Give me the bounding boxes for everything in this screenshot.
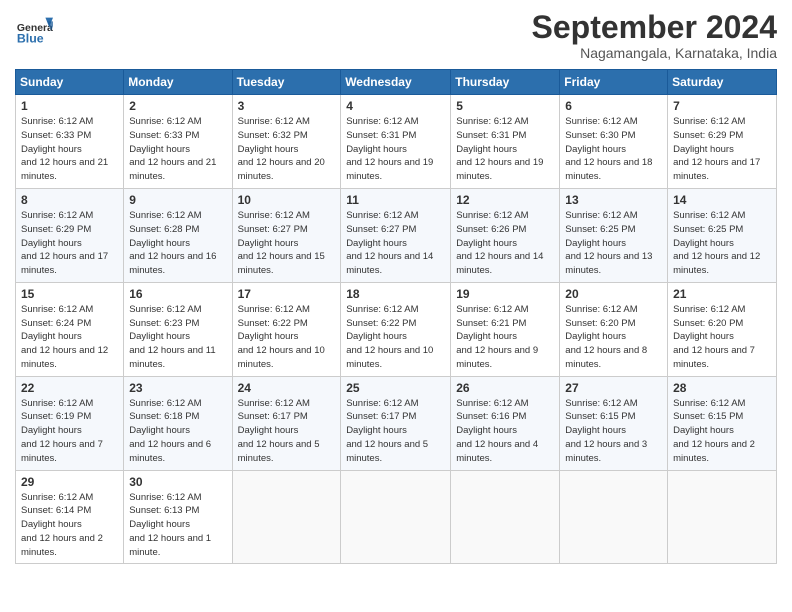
table-row: 15Sunrise: 6:12 AMSunset: 6:24 PMDayligh… xyxy=(16,282,124,376)
calendar-table: Sunday Monday Tuesday Wednesday Thursday… xyxy=(15,69,777,564)
col-wednesday: Wednesday xyxy=(341,70,451,95)
table-row: 29Sunrise: 6:12 AMSunset: 6:14 PMDayligh… xyxy=(16,470,124,564)
table-row: 13Sunrise: 6:12 AMSunset: 6:25 PMDayligh… xyxy=(560,189,668,283)
table-row xyxy=(341,470,451,564)
table-row: 5Sunrise: 6:12 AMSunset: 6:31 PMDaylight… xyxy=(451,95,560,189)
table-row: 10Sunrise: 6:12 AMSunset: 6:27 PMDayligh… xyxy=(232,189,341,283)
table-row: 3Sunrise: 6:12 AMSunset: 6:32 PMDaylight… xyxy=(232,95,341,189)
table-row: 17Sunrise: 6:12 AMSunset: 6:22 PMDayligh… xyxy=(232,282,341,376)
table-row: 24Sunrise: 6:12 AMSunset: 6:17 PMDayligh… xyxy=(232,376,341,470)
table-row: 20Sunrise: 6:12 AMSunset: 6:20 PMDayligh… xyxy=(560,282,668,376)
table-row: 8Sunrise: 6:12 AMSunset: 6:29 PMDaylight… xyxy=(16,189,124,283)
table-row xyxy=(668,470,777,564)
table-row: 14Sunrise: 6:12 AMSunset: 6:25 PMDayligh… xyxy=(668,189,777,283)
table-row: 12Sunrise: 6:12 AMSunset: 6:26 PMDayligh… xyxy=(451,189,560,283)
table-row: 18Sunrise: 6:12 AMSunset: 6:22 PMDayligh… xyxy=(341,282,451,376)
table-row: 27Sunrise: 6:12 AMSunset: 6:15 PMDayligh… xyxy=(560,376,668,470)
table-row: 1Sunrise: 6:12 AMSunset: 6:33 PMDaylight… xyxy=(16,95,124,189)
table-row: 16Sunrise: 6:12 AMSunset: 6:23 PMDayligh… xyxy=(124,282,232,376)
header: General Blue September 2024 Nagamangala,… xyxy=(15,10,777,61)
col-friday: Friday xyxy=(560,70,668,95)
table-row: 7Sunrise: 6:12 AMSunset: 6:29 PMDaylight… xyxy=(668,95,777,189)
table-row: 26Sunrise: 6:12 AMSunset: 6:16 PMDayligh… xyxy=(451,376,560,470)
col-saturday: Saturday xyxy=(668,70,777,95)
table-row: 2Sunrise: 6:12 AMSunset: 6:33 PMDaylight… xyxy=(124,95,232,189)
col-tuesday: Tuesday xyxy=(232,70,341,95)
title-area: September 2024 Nagamangala, Karnataka, I… xyxy=(532,10,777,61)
table-row: 11Sunrise: 6:12 AMSunset: 6:27 PMDayligh… xyxy=(341,189,451,283)
table-row: 28Sunrise: 6:12 AMSunset: 6:15 PMDayligh… xyxy=(668,376,777,470)
table-row: 19Sunrise: 6:12 AMSunset: 6:21 PMDayligh… xyxy=(451,282,560,376)
main-container: General Blue September 2024 Nagamangala,… xyxy=(0,0,792,612)
table-row: 9Sunrise: 6:12 AMSunset: 6:28 PMDaylight… xyxy=(124,189,232,283)
col-sunday: Sunday xyxy=(16,70,124,95)
table-row: 22Sunrise: 6:12 AMSunset: 6:19 PMDayligh… xyxy=(16,376,124,470)
location: Nagamangala, Karnataka, India xyxy=(532,45,777,61)
table-row xyxy=(451,470,560,564)
table-row: 4Sunrise: 6:12 AMSunset: 6:31 PMDaylight… xyxy=(341,95,451,189)
table-row xyxy=(232,470,341,564)
col-monday: Monday xyxy=(124,70,232,95)
svg-text:Blue: Blue xyxy=(17,31,44,45)
table-row: 25Sunrise: 6:12 AMSunset: 6:17 PMDayligh… xyxy=(341,376,451,470)
month-title: September 2024 xyxy=(532,10,777,45)
logo: General Blue xyxy=(15,10,57,48)
table-row xyxy=(560,470,668,564)
col-thursday: Thursday xyxy=(451,70,560,95)
table-row: 30Sunrise: 6:12 AMSunset: 6:13 PMDayligh… xyxy=(124,470,232,564)
table-row: 6Sunrise: 6:12 AMSunset: 6:30 PMDaylight… xyxy=(560,95,668,189)
table-row: 21Sunrise: 6:12 AMSunset: 6:20 PMDayligh… xyxy=(668,282,777,376)
table-row: 23Sunrise: 6:12 AMSunset: 6:18 PMDayligh… xyxy=(124,376,232,470)
